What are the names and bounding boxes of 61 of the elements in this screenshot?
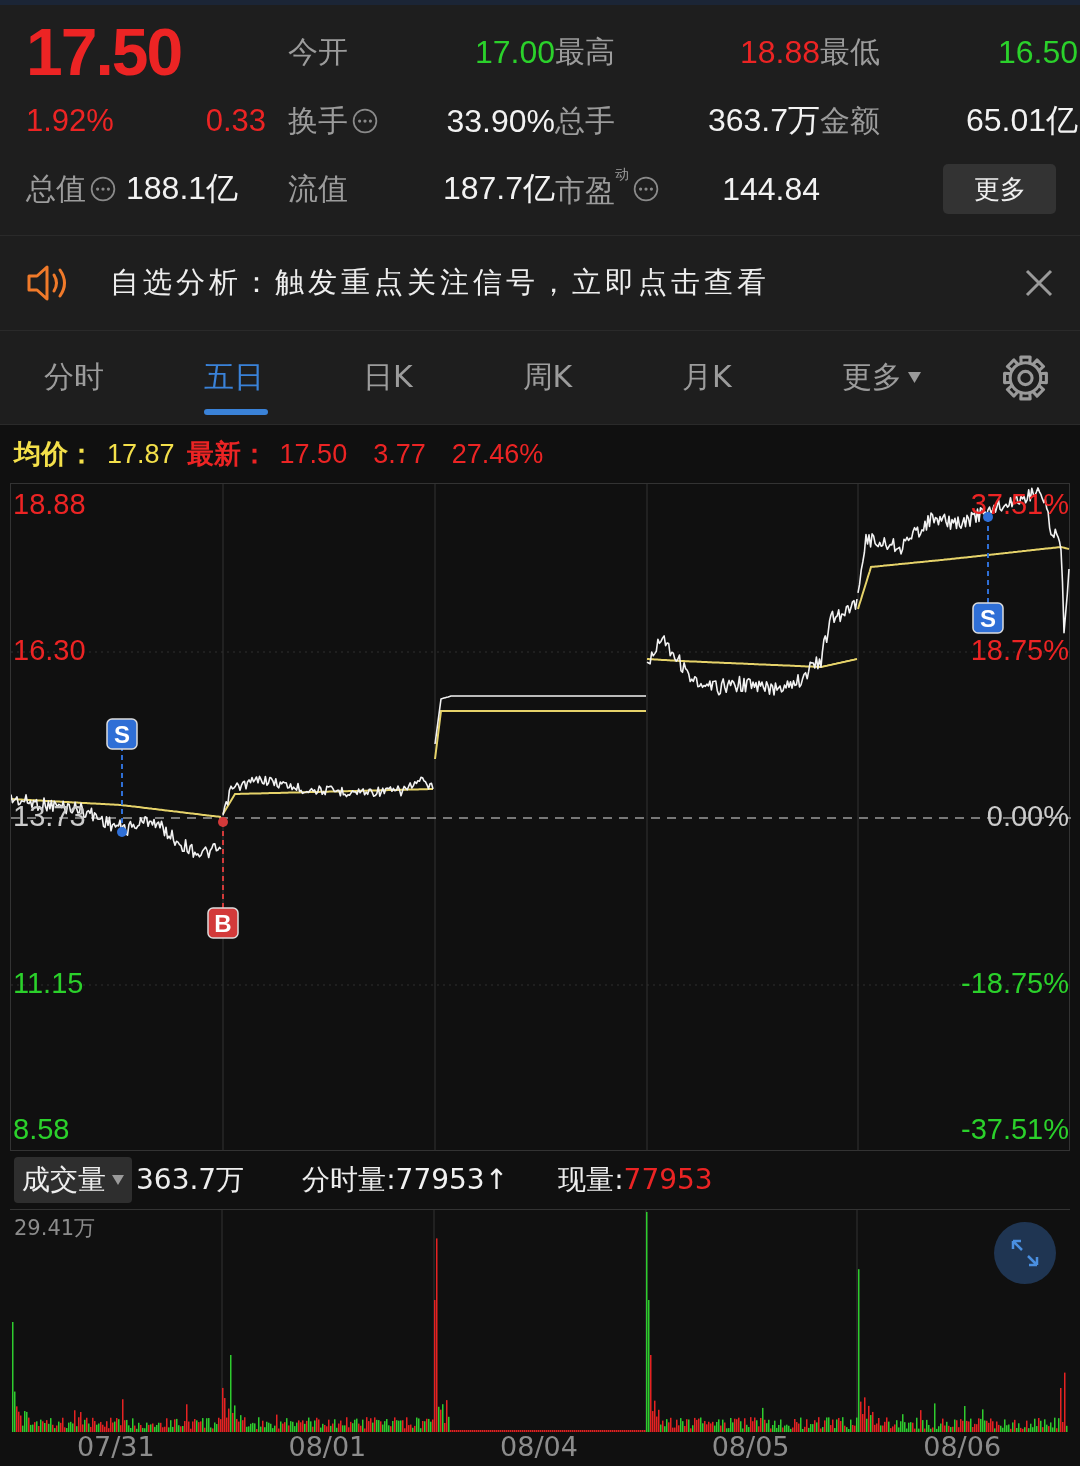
expand-icon: [1010, 1238, 1040, 1268]
latest-value: 3.77: [373, 438, 426, 470]
stat-value: 16.50: [997, 33, 1078, 71]
stat-value: 363.7万: [707, 101, 820, 140]
caret-icon: [907, 372, 921, 383]
axis-label: -37.51%: [961, 1113, 1069, 1146]
axis-label: 18.88: [13, 488, 86, 521]
more-info-icon[interactable]: [633, 176, 659, 202]
axis-label: 18.75%: [970, 634, 1069, 667]
stat-label: 总手: [555, 101, 615, 140]
more-info-icon[interactable]: [352, 108, 378, 134]
date-label: 08/01: [287, 1431, 368, 1463]
chart-tab[interactable]: 分时: [44, 330, 204, 425]
axis-label: 11.15: [13, 967, 84, 1000]
latest-value: 17.50: [279, 438, 348, 470]
chart-tab[interactable]: 周K: [522, 330, 683, 425]
stat-value: 18.88: [739, 33, 820, 71]
stat-value: 188.1亿: [126, 169, 239, 208]
axis-label: -18.75%: [961, 967, 1069, 1000]
chart-tab[interactable]: 月K: [682, 330, 842, 425]
stat-label: 总值: [26, 169, 86, 208]
stat-label: 换手: [288, 101, 348, 140]
latest-price-label: 最新：: [186, 438, 268, 471]
stat-label: 金额: [820, 101, 880, 140]
stat-label: 最低: [820, 32, 880, 71]
last-price: 17.50: [26, 14, 182, 90]
stat-label: 市盈$^{动}$: [555, 166, 629, 210]
axis-label: 29.41万: [14, 1215, 96, 1242]
average-price-value: 17.87: [107, 438, 175, 470]
date-label: 07/31: [75, 1431, 156, 1463]
latest-value: 27.46%: [451, 438, 544, 470]
volume-value: 77953↑: [395, 1163, 509, 1196]
stat-value: 65.01亿: [965, 101, 1078, 140]
stat-label: 流值: [288, 169, 348, 208]
date-label: 08/06: [922, 1431, 1003, 1463]
close-icon[interactable]: [1024, 268, 1054, 298]
change-percent: 1.92%: [26, 103, 114, 139]
more-info-icon[interactable]: [90, 176, 116, 202]
more-button[interactable]: 更多: [943, 164, 1056, 214]
chart-tab[interactable]: 日K: [363, 330, 523, 425]
axis-label: 16.30: [13, 634, 86, 667]
volume-total: 363.7万: [136, 1162, 245, 1198]
volume-label: 分时量:: [302, 1163, 396, 1196]
chart-tab[interactable]: 五日: [203, 330, 364, 425]
caret-icon: [112, 1175, 124, 1185]
axis-label: 8.58: [13, 1113, 70, 1146]
stat-value: 17.00: [474, 33, 555, 71]
average-price-label: 均价：: [14, 438, 95, 471]
change-amount: 0.33: [205, 103, 266, 139]
stat-value: 187.7亿: [442, 169, 555, 208]
stat-label: 今开: [288, 32, 348, 71]
stat-value: 33.90%: [446, 102, 555, 140]
volume-value: 77953: [623, 1163, 713, 1196]
axis-label: 0.00%: [986, 800, 1069, 833]
stat-value: 144.84: [722, 170, 820, 208]
indicator-dropdown[interactable]: 成交量: [14, 1157, 132, 1203]
stat-label: 最高: [555, 32, 615, 71]
date-label: 08/04: [499, 1431, 579, 1463]
date-label: 08/05: [710, 1431, 791, 1463]
chart-tab[interactable]: 更多: [841, 330, 1002, 425]
volume-label: 现量:: [558, 1163, 624, 1196]
